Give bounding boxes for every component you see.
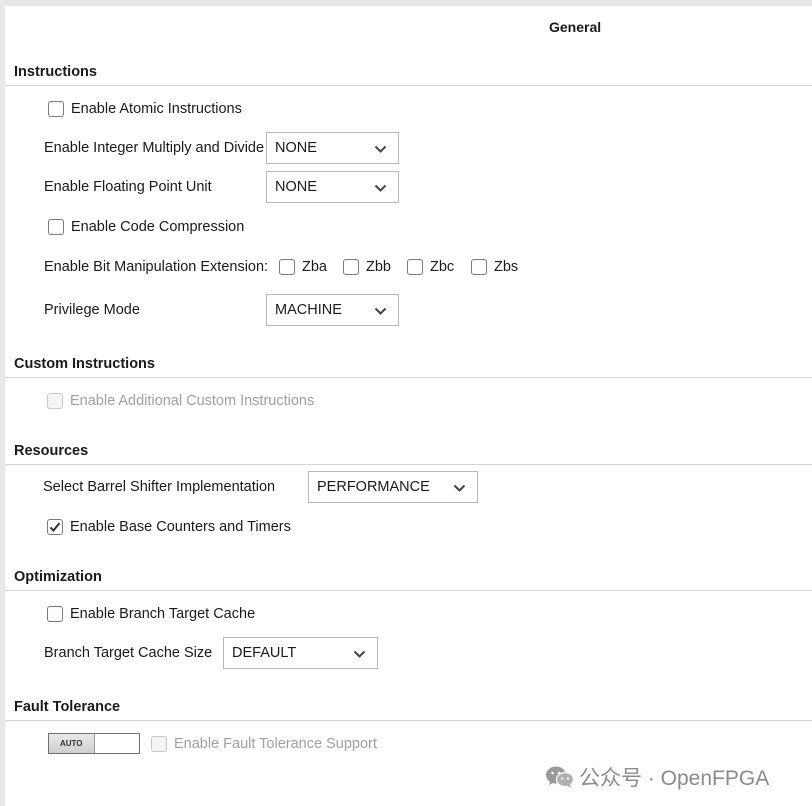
zbc-checkbox[interactable] [407,259,423,275]
privilege-label: Privilege Mode [44,302,140,318]
section-divider [5,720,812,721]
btc-size-select[interactable]: DEFAULT [223,637,378,669]
custom-instructions-checkbox [47,393,63,409]
privilege-select[interactable]: MACHINE [266,294,399,326]
barrel-select[interactable]: PERFORMANCE [308,471,478,503]
compression-checkbox[interactable] [48,219,64,235]
zbs-label: Zbs [494,259,519,275]
chevron-down-icon [353,647,366,663]
btc-checkbox[interactable] [47,606,63,622]
fpu-select[interactable]: NONE [266,171,399,203]
btc-size-label: Branch Target Cache Size [44,645,213,661]
toggle-label: AUTO [60,739,83,748]
atomic-checkbox[interactable] [48,101,64,117]
zbs-checkbox[interactable] [471,259,487,275]
btc-size-value: DEFAULT [232,645,297,661]
page-title: General [549,19,602,35]
watermark: 公众号 · OpenFPGA [545,762,769,792]
section-title-custom: Custom Instructions [14,356,155,372]
fpu-label: Enable Floating Point Unit [44,179,212,195]
section-divider [5,377,812,378]
mul-div-select[interactable]: NONE [266,132,399,164]
mul-div-value: NONE [275,140,317,156]
checkmark-icon [49,522,61,532]
toggle-knob: AUTO [49,734,95,753]
section-title-optimization: Optimization [14,569,102,585]
section-divider [5,464,812,465]
btc-label: Enable Branch Target Cache [70,606,256,622]
counters-label: Enable Base Counters and Timers [70,519,291,535]
barrel-value: PERFORMANCE [317,479,430,495]
bitmanip-label: Enable Bit Manipulation Extension: [44,259,269,275]
zba-checkbox[interactable] [279,259,295,275]
section-title-fault: Fault Tolerance [14,699,121,715]
privilege-value: MACHINE [275,302,342,318]
mul-div-label: Enable Integer Multiply and Divide [44,140,265,156]
section-title-resources: Resources [14,443,89,459]
zbc-label: Zbc [430,259,455,275]
section-divider [5,590,812,591]
zbb-label: Zbb [366,259,391,275]
watermark-text: 公众号 · OpenFPGA [579,767,770,790]
wechat-icon [546,766,575,788]
window-left-border [0,0,5,806]
fpu-value: NONE [275,179,317,195]
chevron-down-icon [374,142,387,158]
chevron-down-icon [374,181,387,197]
fault-support-label: Enable Fault Tolerance Support [174,736,377,752]
fault-support-checkbox [151,736,167,752]
chevron-down-icon [453,481,466,497]
section-divider [5,85,812,86]
section-title-instructions: Instructions [14,64,97,80]
zba-label: Zba [302,259,327,275]
barrel-label: Select Barrel Shifter Implementation [43,479,276,495]
auto-toggle[interactable]: AUTO [48,733,140,754]
custom-instructions-label: Enable Additional Custom Instructions [70,393,315,409]
zbb-checkbox[interactable] [343,259,359,275]
chevron-down-icon [374,304,387,320]
atomic-label: Enable Atomic Instructions [71,101,242,117]
counters-checkbox[interactable] [47,519,63,535]
compression-label: Enable Code Compression [71,219,245,235]
window-top-border [0,0,812,6]
